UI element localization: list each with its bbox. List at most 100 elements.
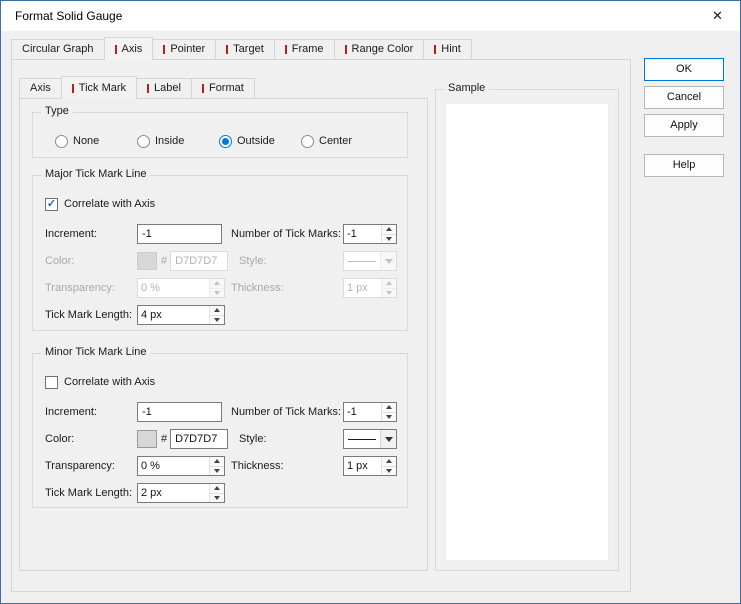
- ok-button[interactable]: OK: [644, 58, 724, 81]
- close-icon: ✕: [712, 8, 723, 23]
- dialog-title: Format Solid Gauge: [15, 9, 123, 23]
- spinner-up-button: [382, 279, 396, 288]
- hash-sign: #: [161, 255, 168, 267]
- type-radio-row: None Inside Outside Center: [55, 131, 401, 151]
- minor-style-dropdown[interactable]: [343, 429, 397, 449]
- minor-num-ticks-label: Number of Tick Marks:: [231, 406, 342, 418]
- minor-tick-mark-group: Minor Tick Mark Line Correlate with Axis…: [32, 346, 408, 508]
- spinner-up-button[interactable]: [382, 457, 396, 466]
- major-increment-row: Increment: Number of Tick Marks:: [45, 224, 397, 244]
- radio-center[interactable]: Center: [301, 134, 383, 148]
- dropdown-arrow-icon: [380, 430, 396, 448]
- radio-inside[interactable]: Inside: [137, 134, 219, 148]
- minor-increment-row: Increment: Number of Tick Marks:: [45, 402, 397, 422]
- spinner-up-button[interactable]: [382, 403, 396, 412]
- red-mark-icon: [163, 45, 166, 54]
- major-thickness-input: [344, 279, 381, 297]
- major-tick-length-label: Tick Mark Length:: [45, 309, 133, 321]
- minor-style-label: Style:: [239, 433, 267, 445]
- major-correlate-label: Correlate with Axis: [64, 198, 156, 210]
- red-mark-icon: [226, 45, 229, 54]
- spinner-up-button[interactable]: [210, 457, 224, 466]
- tab-circular-graph[interactable]: Circular Graph: [11, 39, 105, 59]
- minor-thickness-input[interactable]: [344, 457, 381, 475]
- minor-num-ticks-input[interactable]: [344, 403, 381, 421]
- spinner-up-button[interactable]: [210, 306, 224, 315]
- minor-correlate-checkbox[interactable]: [45, 375, 58, 389]
- close-button[interactable]: ✕: [695, 1, 740, 31]
- minor-color-hex-input[interactable]: [170, 429, 229, 449]
- apply-button[interactable]: Apply: [644, 114, 724, 137]
- spinner-down-button[interactable]: [382, 411, 396, 421]
- major-increment-label: Increment:: [45, 228, 97, 240]
- minor-tick-length-label: Tick Mark Length:: [45, 487, 133, 499]
- red-mark-icon: [114, 44, 117, 54]
- minor-color-swatch[interactable]: [137, 430, 157, 448]
- spinner-down-button[interactable]: [382, 465, 396, 475]
- red-mark-icon: [201, 84, 204, 93]
- radio-none[interactable]: None: [55, 134, 137, 148]
- spinner-down-button: [210, 287, 224, 297]
- minor-color-row: Color: # Style:: [45, 429, 397, 449]
- major-tick-length-input[interactable]: [138, 306, 209, 324]
- line-style-sample: [344, 430, 380, 448]
- radio-icon: [137, 134, 150, 148]
- major-tick-length-row: Tick Mark Length:: [45, 305, 397, 325]
- major-style-label: Style:: [239, 255, 267, 267]
- major-num-ticks-input[interactable]: [344, 225, 381, 243]
- spinner-up-button[interactable]: [210, 484, 224, 493]
- tab-axis[interactable]: Axis: [103, 37, 154, 60]
- spinner-up-button: [210, 279, 224, 288]
- spinner-down-button[interactable]: [210, 465, 224, 475]
- type-group: Type None Inside Outside Center: [32, 105, 408, 158]
- minor-transparency-row: Transparency: Thickness:: [45, 456, 397, 476]
- minor-correlate-row: Correlate with Axis: [45, 372, 397, 392]
- line-style-sample: [344, 252, 380, 270]
- check-icon: ✓: [46, 197, 57, 210]
- major-color-hex-input: [170, 251, 229, 271]
- minor-color-label: Color:: [45, 433, 75, 445]
- major-tick-mark-group: Major Tick Mark Line ✓ Correlate with Ax…: [32, 168, 408, 331]
- sample-group-title: Sample: [444, 82, 490, 94]
- minor-tick-length-row: Tick Mark Length:: [45, 483, 397, 503]
- major-increment-input[interactable]: [137, 224, 222, 244]
- tab-frame[interactable]: Frame: [273, 39, 335, 59]
- title-bar: Format Solid Gauge ✕: [1, 1, 740, 31]
- hash-sign: #: [161, 433, 168, 445]
- spinner-down-button[interactable]: [382, 233, 396, 243]
- inner-tab-label[interactable]: Label: [136, 78, 192, 98]
- minor-transparency-input[interactable]: [138, 457, 209, 475]
- tab-pointer[interactable]: Pointer: [152, 39, 217, 59]
- inner-tab-axis[interactable]: Axis: [19, 78, 62, 98]
- red-mark-icon: [71, 83, 74, 93]
- major-group-title: Major Tick Mark Line: [41, 168, 151, 180]
- spinner-down-button[interactable]: [210, 314, 224, 324]
- spinner-up-button[interactable]: [382, 225, 396, 234]
- inner-tab-tick-mark[interactable]: Tick Mark: [60, 76, 138, 99]
- radio-icon: [55, 134, 68, 148]
- tab-target[interactable]: Target: [215, 39, 275, 59]
- spinner-down-button[interactable]: [210, 492, 224, 502]
- tab-hint[interactable]: Hint: [423, 39, 472, 59]
- red-mark-icon: [344, 45, 347, 54]
- tab-range-color[interactable]: Range Color: [333, 39, 425, 59]
- spinner-down-button: [382, 287, 396, 297]
- major-correlate-checkbox[interactable]: ✓: [45, 197, 58, 211]
- minor-tick-length-input[interactable]: [138, 484, 209, 502]
- minor-thickness-label: Thickness:: [231, 460, 284, 472]
- inner-tab-bar: Axis Tick Mark Label Format: [19, 76, 255, 99]
- major-color-label: Color:: [45, 255, 75, 267]
- radio-outside[interactable]: Outside: [219, 134, 301, 148]
- minor-group-title: Minor Tick Mark Line: [41, 346, 151, 358]
- minor-increment-input[interactable]: [137, 402, 222, 422]
- major-style-dropdown: [343, 251, 397, 271]
- cancel-button[interactable]: Cancel: [644, 86, 724, 109]
- major-correlate-row: ✓ Correlate with Axis: [45, 194, 397, 214]
- radio-selected-icon: [219, 134, 232, 148]
- help-button[interactable]: Help: [644, 154, 724, 177]
- sample-group: Sample: [435, 82, 619, 571]
- red-mark-icon: [147, 84, 150, 93]
- radio-icon: [301, 134, 314, 148]
- minor-transparency-label: Transparency:: [45, 460, 115, 472]
- inner-tab-format[interactable]: Format: [190, 78, 255, 98]
